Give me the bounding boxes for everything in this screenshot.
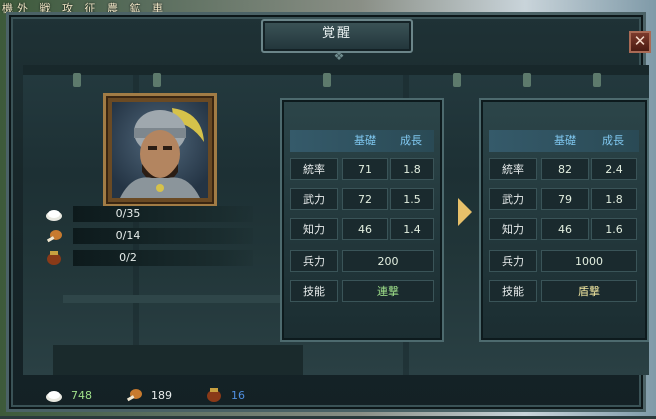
rice-count: 748 — [71, 389, 92, 402]
stat-label: 統率 — [489, 158, 537, 180]
stat-label: 武力 — [489, 188, 537, 210]
rice-icon — [46, 210, 62, 221]
skill-label: 技能 — [489, 280, 537, 302]
rice-icon — [46, 391, 62, 402]
meat-leg-icon — [126, 389, 142, 402]
troops-label: 兵力 — [489, 250, 537, 272]
stat-label: 武力 — [290, 188, 338, 210]
stat-growth-value: 2.4 — [591, 158, 637, 180]
stat-growth-value: 1.8 — [390, 158, 434, 180]
stat-label: 統率 — [290, 158, 338, 180]
troops-label: 兵力 — [290, 250, 338, 272]
meat-requirement-value: 0/14 — [115, 229, 141, 242]
wine-jar-icon — [207, 388, 221, 402]
rice-requirement-value: 0/35 — [115, 207, 141, 220]
upgrade-arrow-icon — [458, 198, 472, 226]
wine-jar-icon — [47, 251, 61, 265]
skill-value: 連撃 — [342, 280, 434, 302]
general-face-icon — [120, 108, 204, 198]
base-header: 基礎 — [354, 134, 376, 147]
skill-value: 盾撃 — [541, 280, 637, 302]
stat-base-value: 79 — [541, 188, 589, 210]
stat-base-value: 72 — [342, 188, 388, 210]
stats-before-panel: 基礎 成長 統率 71 1.8 武力 72 1.5 知力 46 1.4 兵力 2… — [280, 98, 444, 342]
stat-label: 知力 — [290, 218, 338, 240]
stat-growth-value: 1.5 — [390, 188, 434, 210]
close-button[interactable]: ✕ — [629, 31, 651, 53]
stat-growth-value: 1.6 — [591, 218, 637, 240]
inventory-bar: 748 189 16 — [23, 379, 649, 419]
skill-label: 技能 — [290, 280, 338, 302]
stat-base-value: 82 — [541, 158, 589, 180]
awakening-window: 覚醒 ❖ ✕ 0/35 0/14 0/2 基礎 成長 統率 71 1.8 武力 … — [6, 12, 651, 412]
stat-growth-value: 1.4 — [390, 218, 434, 240]
stat-base-value: 46 — [342, 218, 388, 240]
stat-growth-value: 1.8 — [591, 188, 637, 210]
stat-base-value: 46 — [541, 218, 589, 240]
wine-requirement-value: 0/2 — [119, 251, 137, 264]
troops-value: 200 — [342, 250, 434, 272]
requirement-meat: 0/14 — [45, 228, 253, 244]
requirement-wine: 0/2 — [45, 250, 253, 266]
growth-header: 成長 — [400, 134, 422, 147]
wine-count: 16 — [231, 389, 245, 402]
meat-count: 189 — [151, 389, 172, 402]
troops-value: 1000 — [541, 250, 637, 272]
growth-header: 成長 — [602, 134, 624, 147]
base-header: 基礎 — [554, 134, 576, 147]
title-ornament-icon: ❖ — [333, 49, 345, 63]
stat-base-value: 71 — [342, 158, 388, 180]
window-title: 覚醒 — [261, 19, 413, 53]
stat-label: 知力 — [489, 218, 537, 240]
requirement-rice: 0/35 — [45, 206, 253, 222]
general-portrait — [103, 93, 217, 207]
portrait-image — [112, 102, 208, 198]
meat-leg-icon — [46, 230, 62, 243]
stats-after-panel: 基礎 成長 統率 82 2.4 武力 79 1.8 知力 46 1.6 兵力 1… — [479, 98, 649, 342]
